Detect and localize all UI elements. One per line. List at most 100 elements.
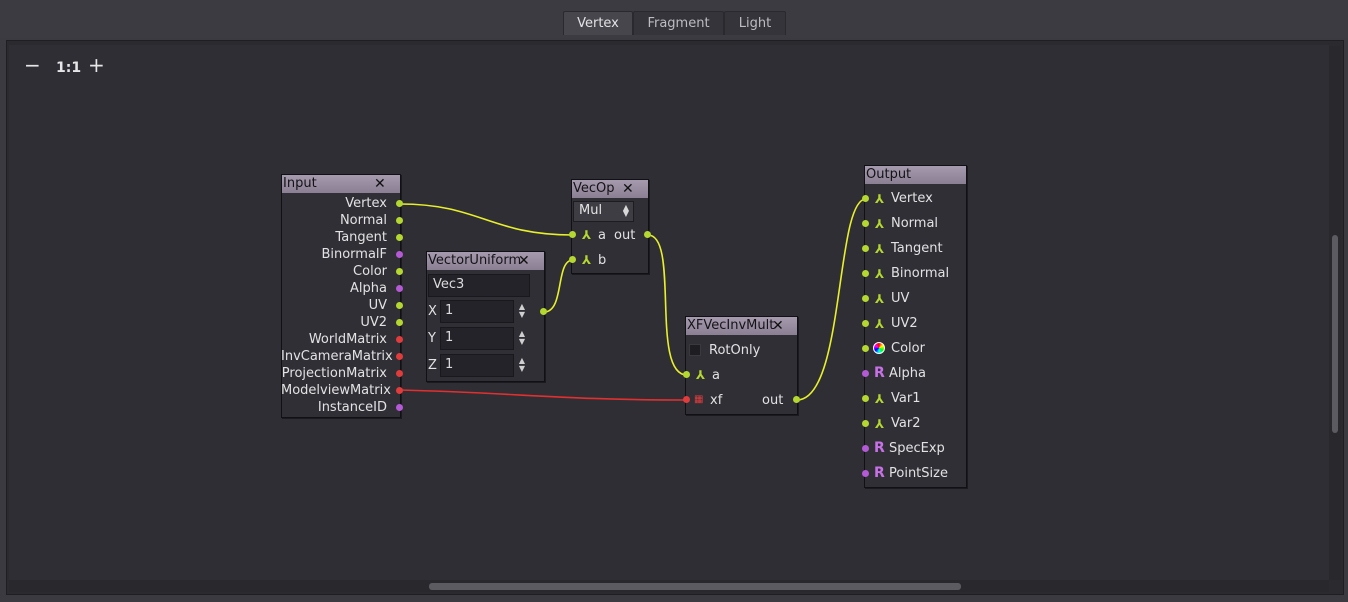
output-port-uv[interactable] [396, 302, 403, 309]
port-label-uv: UV [891, 291, 910, 306]
port-label-vertex: Vertex [345, 196, 387, 211]
zoom-reset-button[interactable]: 1:1 [56, 58, 81, 78]
operation-value: Mul [579, 203, 603, 218]
input-port-tangent[interactable] [862, 245, 869, 252]
close-icon[interactable]: ✕ [374, 176, 386, 192]
output-port-tangent[interactable] [396, 234, 403, 241]
input-port-a[interactable] [569, 231, 576, 238]
port-label-alpha: Alpha [889, 366, 926, 381]
input-port-pointsize[interactable] [862, 470, 869, 477]
rotonly-checkbox[interactable] [689, 344, 701, 356]
node-title[interactable]: VecOp [572, 180, 648, 198]
port-label-var1: Var1 [891, 391, 921, 406]
port-label-a: a [598, 228, 606, 243]
vector-icon: ⅄ [875, 292, 885, 306]
z-spinner[interactable]: ▲ ▼ [518, 357, 526, 373]
port-label-var2: Var2 [891, 416, 921, 431]
output-port-projectionmatrix[interactable] [396, 370, 403, 377]
horizontal-scrollbar[interactable] [9, 580, 1329, 592]
vector-icon: ⅄ [875, 317, 885, 331]
close-icon[interactable]: ✕ [772, 318, 784, 334]
close-icon[interactable]: ✕ [622, 181, 634, 197]
zoom-out-button[interactable]: − [24, 55, 41, 75]
output-port-instanceid[interactable] [396, 404, 403, 411]
input-port-alpha[interactable] [862, 370, 869, 377]
x-label: X [428, 304, 437, 319]
port-label-normal: Normal [891, 216, 939, 231]
uniform-name-field[interactable]: Vec3 [428, 274, 530, 297]
tab-bar: Vertex Fragment Light [0, 0, 1348, 38]
select-arrows-icon: ▲ ▼ [622, 203, 629, 218]
input-port-a[interactable] [683, 371, 690, 378]
port-label-alpha: Alpha [350, 281, 387, 296]
scalar-icon: R [874, 440, 885, 456]
output-port-binormalf[interactable] [396, 251, 403, 258]
port-label-color: Color [353, 264, 387, 279]
port-label-invcameramatrix: InvCameraMatrix [281, 349, 393, 364]
port-label-uv2: UV2 [891, 316, 918, 331]
zoom-in-button[interactable]: + [88, 55, 105, 75]
output-port-alpha[interactable] [396, 285, 403, 292]
color-wheel-icon [873, 342, 885, 354]
input-port-vertex[interactable] [862, 195, 869, 202]
y-label: Y [428, 331, 436, 346]
port-label-normal: Normal [339, 213, 387, 228]
port-label-vertex: Vertex [891, 191, 933, 206]
x-value-field[interactable]: 1 [440, 300, 514, 323]
input-port-b[interactable] [569, 256, 576, 263]
z-label: Z [428, 358, 437, 373]
port-label-specexp: SpecExp [889, 441, 945, 456]
input-port-var1[interactable] [862, 395, 869, 402]
operation-select[interactable]: Mul ▲ ▼ [573, 201, 634, 222]
tab-fragment[interactable]: Fragment [633, 11, 724, 35]
vertical-scrollbar[interactable] [1329, 46, 1341, 580]
output-port-vec3[interactable] [540, 308, 547, 315]
port-label-b: b [598, 253, 607, 268]
vector-icon: ⅄ [582, 228, 592, 242]
output-port-color[interactable] [396, 268, 403, 275]
vertical-scroll-thumb[interactable] [1332, 235, 1338, 433]
tab-light[interactable]: Light [724, 11, 786, 35]
tab-vertex[interactable]: Vertex [563, 11, 633, 35]
vector-icon: ⅄ [582, 253, 592, 267]
output-port-uv2[interactable] [396, 319, 403, 326]
vector-icon: ⅄ [696, 368, 706, 382]
x-spinner[interactable]: ▲ ▼ [518, 303, 526, 319]
port-label-out: out [762, 393, 784, 408]
rotonly-label: RotOnly [709, 343, 761, 358]
output-port-modelviewmatrix[interactable] [396, 387, 403, 394]
input-port-uv2[interactable] [862, 320, 869, 327]
input-port-color[interactable] [862, 345, 869, 352]
port-label-pointsize: PointSize [889, 466, 948, 481]
graph-canvas[interactable] [9, 45, 1329, 580]
horizontal-scroll-thumb[interactable] [429, 583, 961, 590]
port-label-uv2: UV2 [360, 315, 387, 330]
node-title[interactable]: Output [865, 166, 966, 184]
output-port-normal[interactable] [396, 217, 403, 224]
port-label-out: out [614, 228, 636, 243]
input-port-uv[interactable] [862, 295, 869, 302]
port-label-uv: UV [368, 298, 387, 313]
port-label-xf: xf [710, 393, 723, 408]
input-port-binormal[interactable] [862, 270, 869, 277]
z-value-field[interactable]: 1 [440, 354, 514, 377]
output-port-worldmatrix[interactable] [396, 336, 403, 343]
vector-icon: ⅄ [875, 417, 885, 431]
input-port-xf[interactable] [683, 396, 690, 403]
y-spinner[interactable]: ▲ ▼ [518, 330, 526, 346]
input-port-specexp[interactable] [862, 445, 869, 452]
y-value-field[interactable]: 1 [440, 327, 514, 350]
input-port-normal[interactable] [862, 220, 869, 227]
input-port-var2[interactable] [862, 420, 869, 427]
port-label-modelviewmatrix: ModelviewMatrix [281, 383, 391, 398]
output-port-vertex[interactable] [396, 200, 403, 207]
output-port-invcameramatrix[interactable] [396, 353, 403, 360]
vector-icon: ⅄ [875, 267, 885, 281]
output-port-out[interactable] [644, 231, 651, 238]
vector-icon: ⅄ [875, 242, 885, 256]
port-label-tangent: Tangent [335, 230, 387, 245]
port-label-a: a [712, 368, 720, 383]
matrix-icon: ▦ [694, 394, 704, 405]
close-icon[interactable]: ✕ [518, 253, 530, 269]
output-port-out[interactable] [793, 396, 800, 403]
